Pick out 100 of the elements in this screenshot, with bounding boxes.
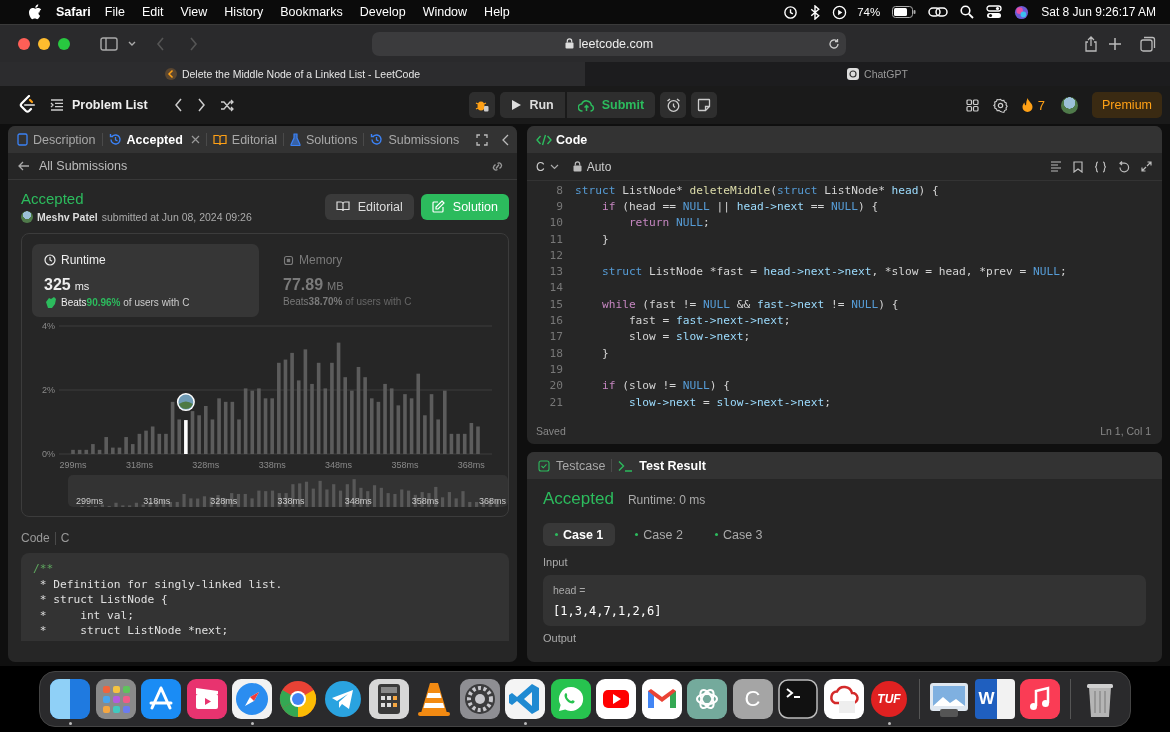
chart-bar[interactable]: [111, 447, 115, 454]
panel-tab[interactable]: Submissions: [369, 132, 461, 147]
undo-icon[interactable]: [1118, 160, 1130, 173]
panel-tab[interactable]: Accepted: [107, 132, 201, 147]
app-icon[interactable]: W: [974, 679, 1015, 719]
chart-bar[interactable]: [144, 430, 148, 454]
menu-item[interactable]: Help: [484, 5, 510, 19]
chart-bar[interactable]: [296, 380, 301, 454]
chart-bar[interactable]: [443, 390, 447, 454]
chart-bar[interactable]: [389, 388, 394, 454]
chart-bar[interactable]: [303, 349, 308, 454]
chart-bar[interactable]: [363, 377, 367, 454]
grid-icon[interactable]: [95, 679, 136, 719]
editorial-button[interactable]: Editorial: [324, 193, 414, 220]
chart-bar[interactable]: [290, 352, 294, 454]
search-icon[interactable]: [960, 5, 975, 19]
clapperboard-icon[interactable]: [186, 679, 227, 719]
chart-bar[interactable]: [197, 415, 201, 454]
share-icon[interactable]: [1084, 35, 1098, 52]
chart-bar[interactable]: [164, 433, 168, 454]
chart-bar[interactable]: [237, 419, 241, 454]
chart-bar[interactable]: [223, 401, 228, 454]
panel-tab[interactable]: Testcase: [537, 458, 607, 473]
expand-icon[interactable]: [1141, 161, 1152, 172]
app-menu[interactable]: Safari: [56, 5, 91, 19]
ring-icon[interactable]: [277, 679, 318, 719]
mode-toggle[interactable]: Auto: [572, 159, 612, 174]
chart-bar[interactable]: [257, 388, 261, 454]
debug-button[interactable]: [469, 92, 496, 118]
chart-bar[interactable]: [456, 433, 460, 454]
chart-bar[interactable]: [316, 362, 321, 454]
back-icon[interactable]: [156, 36, 165, 51]
chart-bar[interactable]: [137, 433, 142, 454]
address-field[interactable]: leetcode.com: [372, 31, 846, 56]
chart-bar[interactable]: [157, 433, 162, 454]
fullscreen-icon[interactable]: [476, 133, 488, 146]
chart-bar[interactable]: [369, 398, 374, 454]
chart-bar[interactable]: [356, 366, 361, 454]
stat-card[interactable]: Runtime 325 ms Beats90.96% of users with C: [32, 244, 259, 317]
chart-bar[interactable]: [343, 377, 347, 454]
chart-bar[interactable]: [416, 373, 421, 454]
back-link[interactable]: All Submissions: [18, 159, 128, 173]
chart-bar[interactable]: [383, 383, 387, 454]
chart-bar[interactable]: [124, 437, 128, 454]
case-tab[interactable]: Case 1: [543, 523, 616, 546]
chevron-left-icon[interactable]: [502, 133, 509, 146]
chart-bar[interactable]: [423, 415, 427, 454]
panel-tab[interactable]: Solutions: [289, 132, 359, 147]
chart-bar[interactable]: [150, 426, 155, 454]
alarm-button[interactable]: [660, 92, 687, 118]
tabs-overview-icon[interactable]: [1140, 35, 1156, 52]
sidebar-icon[interactable]: [100, 36, 118, 51]
code-ribbon-icon[interactable]: [505, 679, 545, 719]
paper-plane-icon[interactable]: [323, 679, 363, 719]
chart-bar[interactable]: [210, 419, 215, 454]
settings-icon[interactable]: [992, 97, 1008, 113]
shuffle-icon[interactable]: [219, 98, 235, 112]
chart-bar[interactable]: [277, 362, 281, 454]
chart-bar[interactable]: [469, 422, 474, 454]
compass-icon[interactable]: [232, 679, 272, 719]
chevron-right-icon[interactable]: [196, 98, 206, 112]
orb-icon[interactable]: [1014, 4, 1030, 20]
close-icon[interactable]: [190, 135, 200, 144]
clock-icon[interactable]: [783, 4, 799, 20]
chart-bar[interactable]: [117, 447, 122, 454]
music-note-icon[interactable]: [1020, 679, 1060, 719]
play-icon[interactable]: [596, 679, 636, 719]
premium-button[interactable]: Premium: [1092, 92, 1162, 118]
run-button[interactable]: Run: [500, 92, 565, 118]
bookmark-icon[interactable]: [1073, 160, 1083, 173]
chart-bar[interactable]: [97, 449, 102, 454]
chart-bar[interactable]: [350, 390, 354, 454]
range-selector[interactable]: 299ms 318ms 328ms 338ms 348ms 358ms 368ms: [68, 475, 508, 507]
toggles-icon[interactable]: [986, 5, 1003, 19]
note-button[interactable]: [691, 92, 718, 118]
chart-bar[interactable]: [243, 388, 248, 454]
chart-bar[interactable]: [330, 362, 334, 454]
chart-bar[interactable]: [71, 449, 75, 454]
author-link[interactable]: Meshv Patel: [37, 211, 98, 223]
chart-bar[interactable]: [396, 405, 401, 454]
chart-bar[interactable]: [310, 383, 314, 454]
zoom-button[interactable]: [58, 37, 70, 50]
play-icon[interactable]: [832, 4, 848, 20]
chart-bar[interactable]: [336, 342, 341, 454]
chart-bar[interactable]: [270, 398, 274, 454]
chart-bar[interactable]: [130, 444, 135, 454]
clock-text[interactable]: Sat 8 Jun 9:26:17 AM: [1041, 5, 1156, 19]
app-store-icon[interactable]: [141, 679, 181, 719]
chart-bar[interactable]: [449, 433, 454, 454]
panel-tab[interactable]: Description: [16, 132, 97, 147]
calculator-icon[interactable]: [368, 679, 409, 719]
menu-item[interactable]: Develop: [359, 5, 406, 19]
split-square-icon[interactable]: [50, 679, 90, 719]
chart-bar[interactable]: [84, 449, 89, 454]
chart-bar[interactable]: [462, 433, 467, 454]
layout-icon[interactable]: [965, 98, 979, 112]
apple-icon[interactable]: [28, 4, 42, 20]
avatar[interactable]: [1061, 96, 1078, 114]
app-icon[interactable]: TUF: [871, 681, 907, 717]
reload-icon[interactable]: [828, 37, 840, 50]
